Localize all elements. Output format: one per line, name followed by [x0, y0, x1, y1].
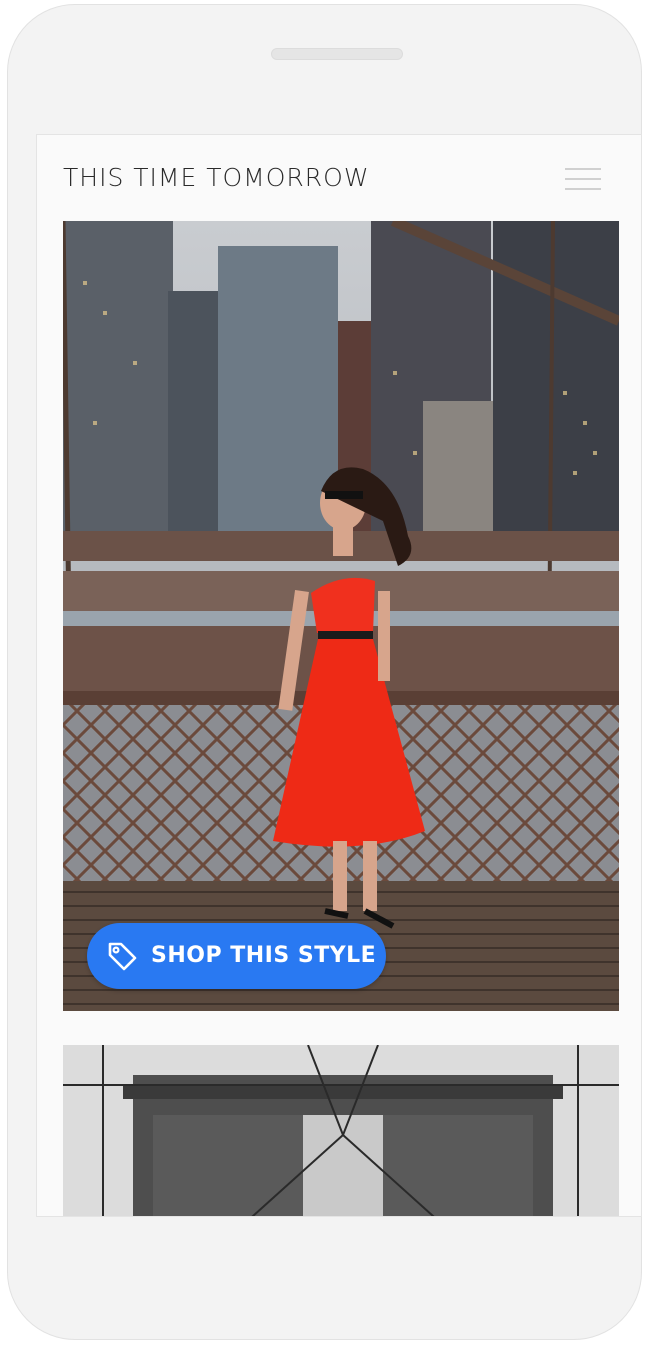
- site-header: THIS TIME TOMORROW: [37, 135, 641, 221]
- hero-photo[interactable]: SHOP THIS STYLE: [63, 221, 619, 1011]
- second-photo[interactable]: [63, 1045, 619, 1216]
- phone-speaker: [271, 48, 403, 60]
- phone-screen: THIS TIME TOMORROW SHOP THIS STYLE: [36, 134, 642, 1217]
- phone-frame: THIS TIME TOMORROW SHOP THIS STYLE: [7, 4, 642, 1340]
- hamburger-menu-icon[interactable]: [565, 166, 601, 192]
- tag-icon: [108, 942, 137, 971]
- shop-this-style-button[interactable]: SHOP THIS STYLE: [87, 923, 386, 989]
- hero-photo-image: [63, 221, 619, 1011]
- shop-button-label: SHOP THIS STYLE: [151, 943, 377, 968]
- brand-title[interactable]: THIS TIME TOMORROW: [63, 163, 370, 192]
- second-photo-image: [63, 1045, 619, 1216]
